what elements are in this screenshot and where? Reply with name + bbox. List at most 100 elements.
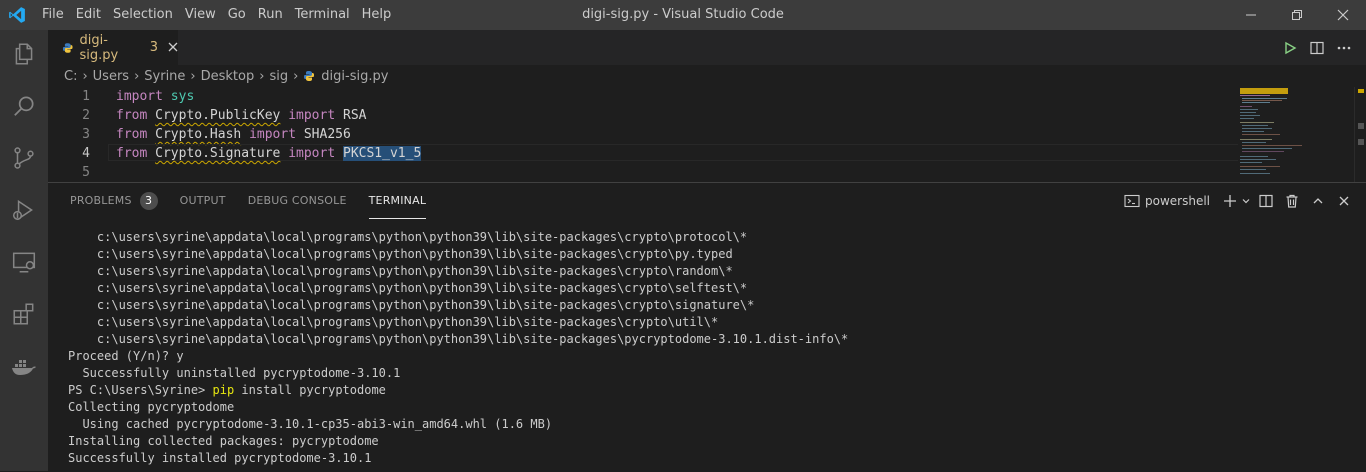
source-control-button[interactable]: [10, 144, 38, 172]
editor-scrollbar[interactable]: [1354, 87, 1366, 182]
maximize-panel-button[interactable]: [1306, 189, 1330, 213]
code-token: Crypto.PublicKey: [155, 108, 281, 123]
breadcrumb-item-file[interactable]: digi-sig.py: [321, 69, 388, 84]
kill-terminal-button[interactable]: [1280, 189, 1304, 213]
scroll-marker: [1358, 123, 1364, 129]
menu-selection[interactable]: Selection: [107, 0, 179, 30]
new-terminal-button[interactable]: [1218, 189, 1242, 213]
tab-debug-console[interactable]: DEBUG CONSOLE: [248, 183, 347, 219]
docker-button[interactable]: [10, 352, 38, 380]
chevron-right-icon: ›: [134, 68, 140, 84]
remote-explorer-button[interactable]: [10, 248, 38, 276]
terminal-line: c:\users\syrine\appdata\local\programs\p…: [68, 264, 733, 278]
problems-badge: 3: [139, 192, 158, 210]
tab-terminal[interactable]: TERMINAL: [368, 184, 427, 219]
keyword-token: from: [116, 146, 148, 161]
line-number: 3: [82, 127, 90, 142]
tab-close-button[interactable]: [168, 40, 178, 56]
minimap[interactable]: [1238, 87, 1354, 182]
menu-bar: File Edit Selection View Go Run Terminal…: [36, 0, 397, 30]
bottom-panel: PROBLEMS 3 OUTPUT DEBUG CONSOLE TERMINAL…: [48, 182, 1366, 472]
python-file-icon: [304, 71, 315, 81]
more-actions-button[interactable]: [1334, 38, 1354, 58]
run-python-file-button[interactable]: [1280, 38, 1300, 58]
menu-file[interactable]: File: [36, 0, 70, 30]
tab-label: digi-sig.py: [79, 32, 119, 63]
terminal-line: Successfully uninstalled pycryptodome-3.…: [68, 366, 401, 380]
keyword-token: import: [116, 89, 163, 104]
line-number: 5: [82, 165, 90, 180]
trash-icon: [1286, 194, 1298, 208]
close-panel-button[interactable]: [1332, 189, 1356, 213]
terminal-line: Collecting pycryptodome: [68, 400, 235, 414]
menu-go[interactable]: Go: [222, 0, 252, 30]
line-number: 1: [82, 89, 90, 104]
breadcrumb: C: › Users › Syrine › Desktop › sig › di…: [48, 65, 1366, 87]
breadcrumb-item-syrine[interactable]: Syrine: [144, 69, 185, 84]
menu-view[interactable]: View: [179, 0, 222, 30]
terminal-dropdown-button[interactable]: [1240, 189, 1252, 213]
menu-run[interactable]: Run: [252, 0, 289, 30]
shell-label: powershell: [1145, 194, 1210, 208]
menu-terminal[interactable]: Terminal: [289, 0, 356, 30]
terminal-args: install pycryptodome: [234, 383, 386, 397]
terminal-line: c:\users\syrine\appdata\local\programs\p…: [68, 247, 733, 261]
module-token: sys: [170, 89, 195, 104]
split-editor-button[interactable]: [1307, 38, 1327, 58]
menu-edit[interactable]: Edit: [70, 0, 107, 30]
docker-icon: [12, 360, 36, 375]
breadcrumb-item-desktop[interactable]: Desktop: [201, 69, 255, 84]
keyword-token: import: [288, 146, 336, 161]
source-control-icon: [14, 147, 34, 169]
terminal-line: Successfully installed pycryptodome-3.10…: [68, 451, 372, 465]
debug-icon: [12, 199, 33, 221]
files-icon: [15, 43, 33, 65]
keyword-token: from: [116, 127, 148, 142]
chevron-right-icon: ›: [82, 68, 88, 84]
breadcrumb-item-users[interactable]: Users: [93, 69, 129, 84]
split-editor-icon: [1310, 41, 1324, 55]
extensions-button[interactable]: [10, 300, 38, 328]
tab-problems-label: PROBLEMS: [70, 194, 132, 207]
search-icon: [14, 96, 34, 116]
search-button[interactable]: [10, 92, 38, 120]
code-line[interactable]: 5: [48, 163, 1238, 182]
split-terminal-icon: [1259, 194, 1273, 208]
close-window-button[interactable]: [1320, 0, 1366, 30]
scroll-marker: [1358, 139, 1364, 145]
title-bar: File Edit Selection View Go Run Terminal…: [0, 0, 1366, 30]
line-content: from Crypto.PublicKey import RSA: [116, 106, 366, 125]
tab-problems[interactable]: PROBLEMS 3: [70, 183, 158, 219]
line-content: from Crypto.Hash import SHA256: [116, 125, 351, 144]
line-number: 4: [82, 146, 90, 161]
tab-digi-sig[interactable]: digi-sig.py 3: [48, 30, 178, 65]
code-line[interactable]: 4 from Crypto.Signature import PKCS1_v1_5: [48, 144, 1278, 163]
code-editor[interactable]: 1 import sys 2 from Crypto.PublicKey import…: [48, 87, 1278, 182]
chevron-right-icon: ›: [190, 68, 196, 84]
breadcrumb-item-drive[interactable]: C:: [64, 69, 77, 84]
breadcrumb-item-sig[interactable]: sig: [269, 69, 288, 84]
terminal-line: c:\users\syrine\appdata\local\programs\p…: [68, 298, 755, 312]
menu-help[interactable]: Help: [356, 0, 398, 30]
close-icon: [1339, 196, 1349, 206]
code-line[interactable]: 3 from Crypto.Hash import SHA256: [48, 125, 1238, 144]
terminal-line: Proceed (Y/n)? y: [68, 349, 184, 363]
terminal-shell-selector[interactable]: powershell: [1124, 194, 1210, 208]
tab-output[interactable]: OUTPUT: [180, 183, 226, 219]
restore-button[interactable]: [1274, 0, 1320, 30]
line-number: 2: [82, 108, 90, 123]
terminal-output[interactable]: c:\users\syrine\appdata\local\programs\p…: [68, 229, 1358, 467]
close-icon: [1337, 9, 1349, 21]
code-line[interactable]: 2 from Crypto.PublicKey import RSA: [48, 106, 1238, 125]
code-line[interactable]: 1 import sys: [48, 87, 1238, 106]
split-terminal-button[interactable]: [1254, 189, 1278, 213]
explorer-button[interactable]: [10, 40, 38, 68]
chevron-up-icon: [1313, 198, 1323, 204]
panel-actions: powershell: [1124, 183, 1366, 219]
chevron-down-icon: [1242, 199, 1250, 204]
run-debug-button[interactable]: [10, 196, 38, 224]
play-icon: [1285, 41, 1297, 55]
minimize-button[interactable]: [1228, 0, 1274, 30]
